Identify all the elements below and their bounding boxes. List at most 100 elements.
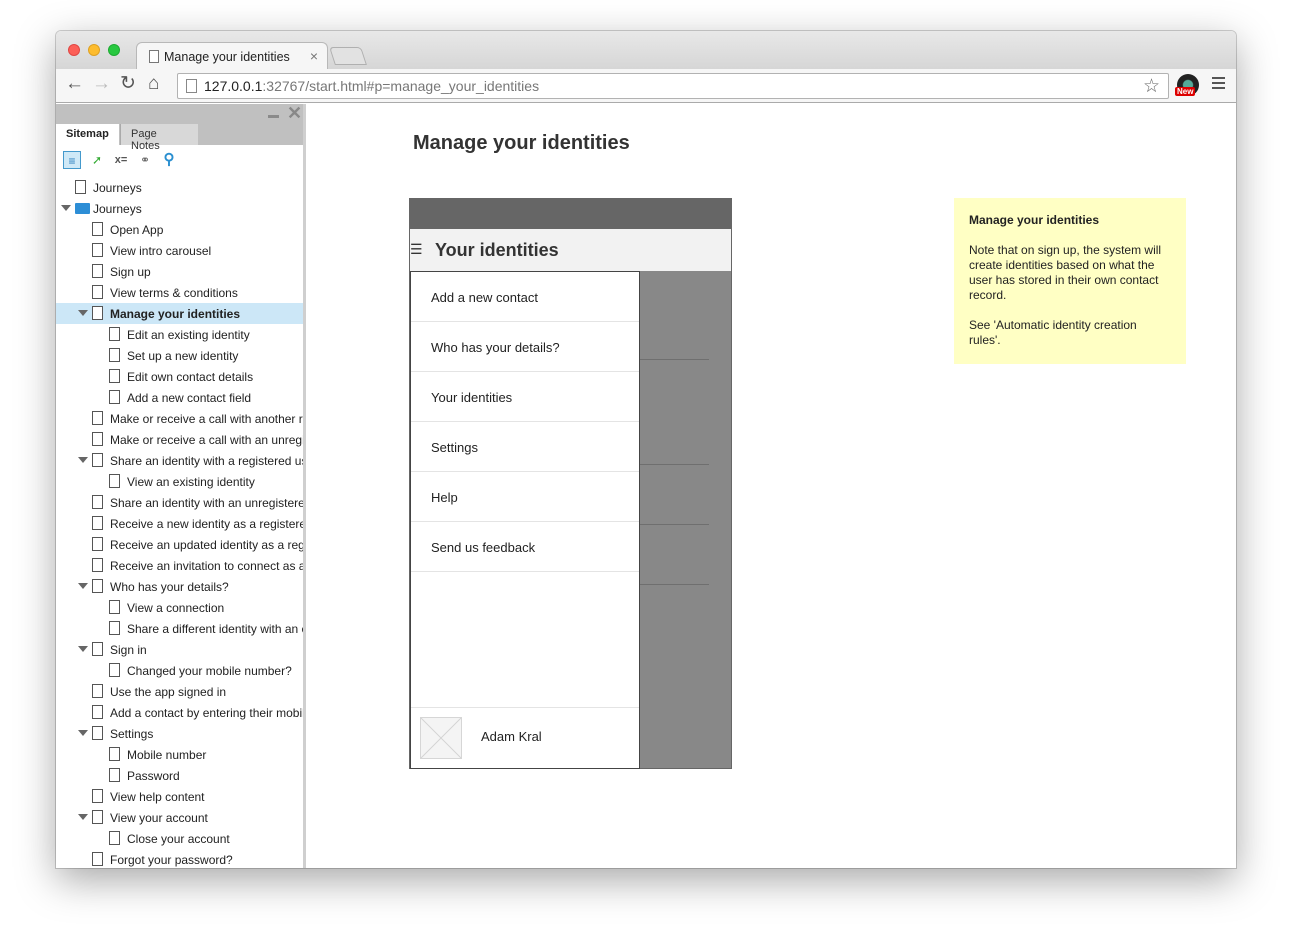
sitemap-item-label: View a connection — [127, 601, 225, 615]
forward-arrow-icon[interactable]: → — [92, 74, 111, 94]
sitemap-item[interactable]: Changed your mobile number? — [56, 660, 303, 681]
sitemap-item-label: View terms & conditions — [110, 286, 238, 300]
sitemap-item[interactable]: Close your account — [56, 828, 303, 849]
drawer-item-who-has-details[interactable]: Who has your details? — [411, 322, 639, 372]
minimize-icon[interactable] — [268, 115, 279, 118]
page-icon — [92, 558, 103, 572]
page-icon — [92, 495, 103, 509]
highlight-interactive-icon[interactable]: ➚ — [88, 151, 106, 169]
browser-tab[interactable]: Manage your identities × — [136, 42, 328, 70]
reload-icon[interactable]: ↻ — [120, 74, 136, 94]
folder-icon — [75, 203, 90, 214]
expand-arrow-icon[interactable] — [78, 646, 88, 652]
search-icon[interactable]: ⚲ — [160, 151, 178, 169]
drawer-item-settings[interactable]: Settings — [411, 422, 639, 472]
sitemap-item-label: Settings — [110, 727, 154, 741]
expand-arrow-icon[interactable] — [61, 205, 71, 211]
minimize-window-button[interactable] — [88, 44, 100, 56]
variables-icon[interactable]: x= — [111, 151, 131, 169]
sitemap-item[interactable]: Use the app signed in — [56, 681, 303, 702]
tab-page-notes[interactable]: Page Notes — [120, 124, 198, 152]
tab-close-icon[interactable]: × — [310, 48, 318, 64]
home-icon[interactable]: ⌂ — [148, 74, 159, 94]
sitemap-item-label: Forgot your password? — [110, 853, 233, 867]
sitemap-item-label: Changed your mobile number? — [127, 664, 292, 678]
sitemap-item[interactable]: Manage your identities — [56, 303, 303, 324]
drawer-user-footer[interactable]: Adam Kral — [411, 707, 639, 768]
sitemap-item[interactable]: Share an identity with a registered us — [56, 450, 303, 471]
sitemap-item[interactable]: Set up a new identity — [56, 345, 303, 366]
back-arrow-icon[interactable]: ← — [65, 74, 84, 94]
sitemap-item[interactable]: Make or receive a call with another re — [56, 408, 303, 429]
zoom-window-button[interactable] — [108, 44, 120, 56]
expand-arrow-icon[interactable] — [78, 310, 88, 316]
sitemap-item[interactable]: View help content — [56, 786, 303, 807]
page-title: Manage your identities — [413, 132, 630, 154]
sitemap-item[interactable]: Journeys — [56, 177, 303, 198]
tab-title: Manage your identities — [164, 50, 290, 64]
address-bar[interactable]: 127.0.0.1:32767/start.html#p=manage_your… — [177, 73, 1169, 99]
expand-arrow-icon[interactable] — [78, 457, 88, 463]
sitemap-item-label: Set up a new identity — [127, 349, 239, 363]
page-icon — [92, 222, 103, 236]
page-icon — [186, 79, 197, 93]
drawer-item-feedback[interactable]: Send us feedback — [411, 522, 639, 572]
page-icon — [92, 411, 103, 425]
drawer-item-add-contact[interactable]: Add a new contact — [411, 272, 639, 322]
sitemap-item[interactable]: Share an identity with an unregistere — [56, 492, 303, 513]
page-icon — [92, 516, 103, 530]
phone-mockup: ☰ Your identities Add a new contact Who … — [409, 198, 732, 769]
page-icon — [92, 810, 103, 824]
sitemap-item[interactable]: Password — [56, 765, 303, 786]
bookmark-star-icon[interactable]: ☆ — [1143, 75, 1160, 98]
sitemap-item[interactable]: Add a contact by entering their mobile — [56, 702, 303, 723]
sitemap-item-label: Receive an updated identity as a regi — [110, 538, 306, 552]
navigation-drawer: Add a new contact Who has your details? … — [410, 271, 640, 769]
close-window-button[interactable] — [68, 44, 80, 56]
expand-arrow-icon[interactable] — [78, 730, 88, 736]
sitemap-item[interactable]: Receive an invitation to connect as a — [56, 555, 303, 576]
sitemap-item[interactable]: View intro carousel — [56, 240, 303, 261]
page-icon — [109, 621, 120, 635]
sitemap-item[interactable]: Settings — [56, 723, 303, 744]
sitemap-item-label: Share a different identity with an e — [127, 622, 306, 636]
sitemap-item[interactable]: Forgot your password? — [56, 849, 303, 868]
close-icon[interactable]: ✕ — [287, 104, 302, 124]
sitemap-item[interactable]: Receive a new identity as a registere — [56, 513, 303, 534]
sitemap-item[interactable]: Edit an existing identity — [56, 324, 303, 345]
tab-sitemap[interactable]: Sitemap — [56, 124, 119, 145]
sitemap-item[interactable]: Share a different identity with an e — [56, 618, 303, 639]
page-icon — [92, 789, 103, 803]
sitemap-item[interactable]: Receive an updated identity as a regi — [56, 534, 303, 555]
extension-icon[interactable]: New — [1175, 74, 1199, 96]
browser-menu-icon[interactable] — [1212, 77, 1225, 92]
sitemap-item[interactable]: Open App — [56, 219, 303, 240]
page-icon — [92, 705, 103, 719]
drawer-item-help[interactable]: Help — [411, 472, 639, 522]
sitemap-item[interactable]: Journeys — [56, 198, 303, 219]
expand-arrow-icon[interactable] — [78, 814, 88, 820]
drawer-item-your-identities[interactable]: Your identities — [411, 372, 639, 422]
sitemap-item[interactable]: Who has your details? — [56, 576, 303, 597]
new-tab-button[interactable] — [329, 47, 367, 65]
sitemap-item[interactable]: Make or receive a call with an unregis — [56, 429, 303, 450]
sitemap-item-label: Journeys — [93, 202, 142, 216]
divider — [639, 524, 709, 525]
sitemap-item[interactable]: View your account — [56, 807, 303, 828]
sitemap-item[interactable]: View terms & conditions — [56, 282, 303, 303]
page-icon — [109, 747, 120, 761]
sitemap-item[interactable]: View an existing identity — [56, 471, 303, 492]
hamburger-menu-icon[interactable]: ☰ — [410, 242, 423, 256]
expand-arrow-icon[interactable] — [78, 583, 88, 589]
show-pages-icon[interactable]: ≡ — [63, 151, 81, 169]
link-icon[interactable]: ⚭ — [136, 151, 154, 169]
sitemap-item[interactable]: Add a new contact field — [56, 387, 303, 408]
sitemap-item-label: Password — [127, 769, 180, 783]
sitemap-item[interactable]: Edit own contact details — [56, 366, 303, 387]
sitemap-item[interactable]: Sign in — [56, 639, 303, 660]
sitemap-item[interactable]: Mobile number — [56, 744, 303, 765]
sitemap-item[interactable]: View a connection — [56, 597, 303, 618]
sitemap-item[interactable]: Sign up — [56, 261, 303, 282]
sitemap-item-label: Make or receive a call with an unregis — [110, 433, 306, 447]
sitemap-item-label: Receive an invitation to connect as a — [110, 559, 306, 573]
